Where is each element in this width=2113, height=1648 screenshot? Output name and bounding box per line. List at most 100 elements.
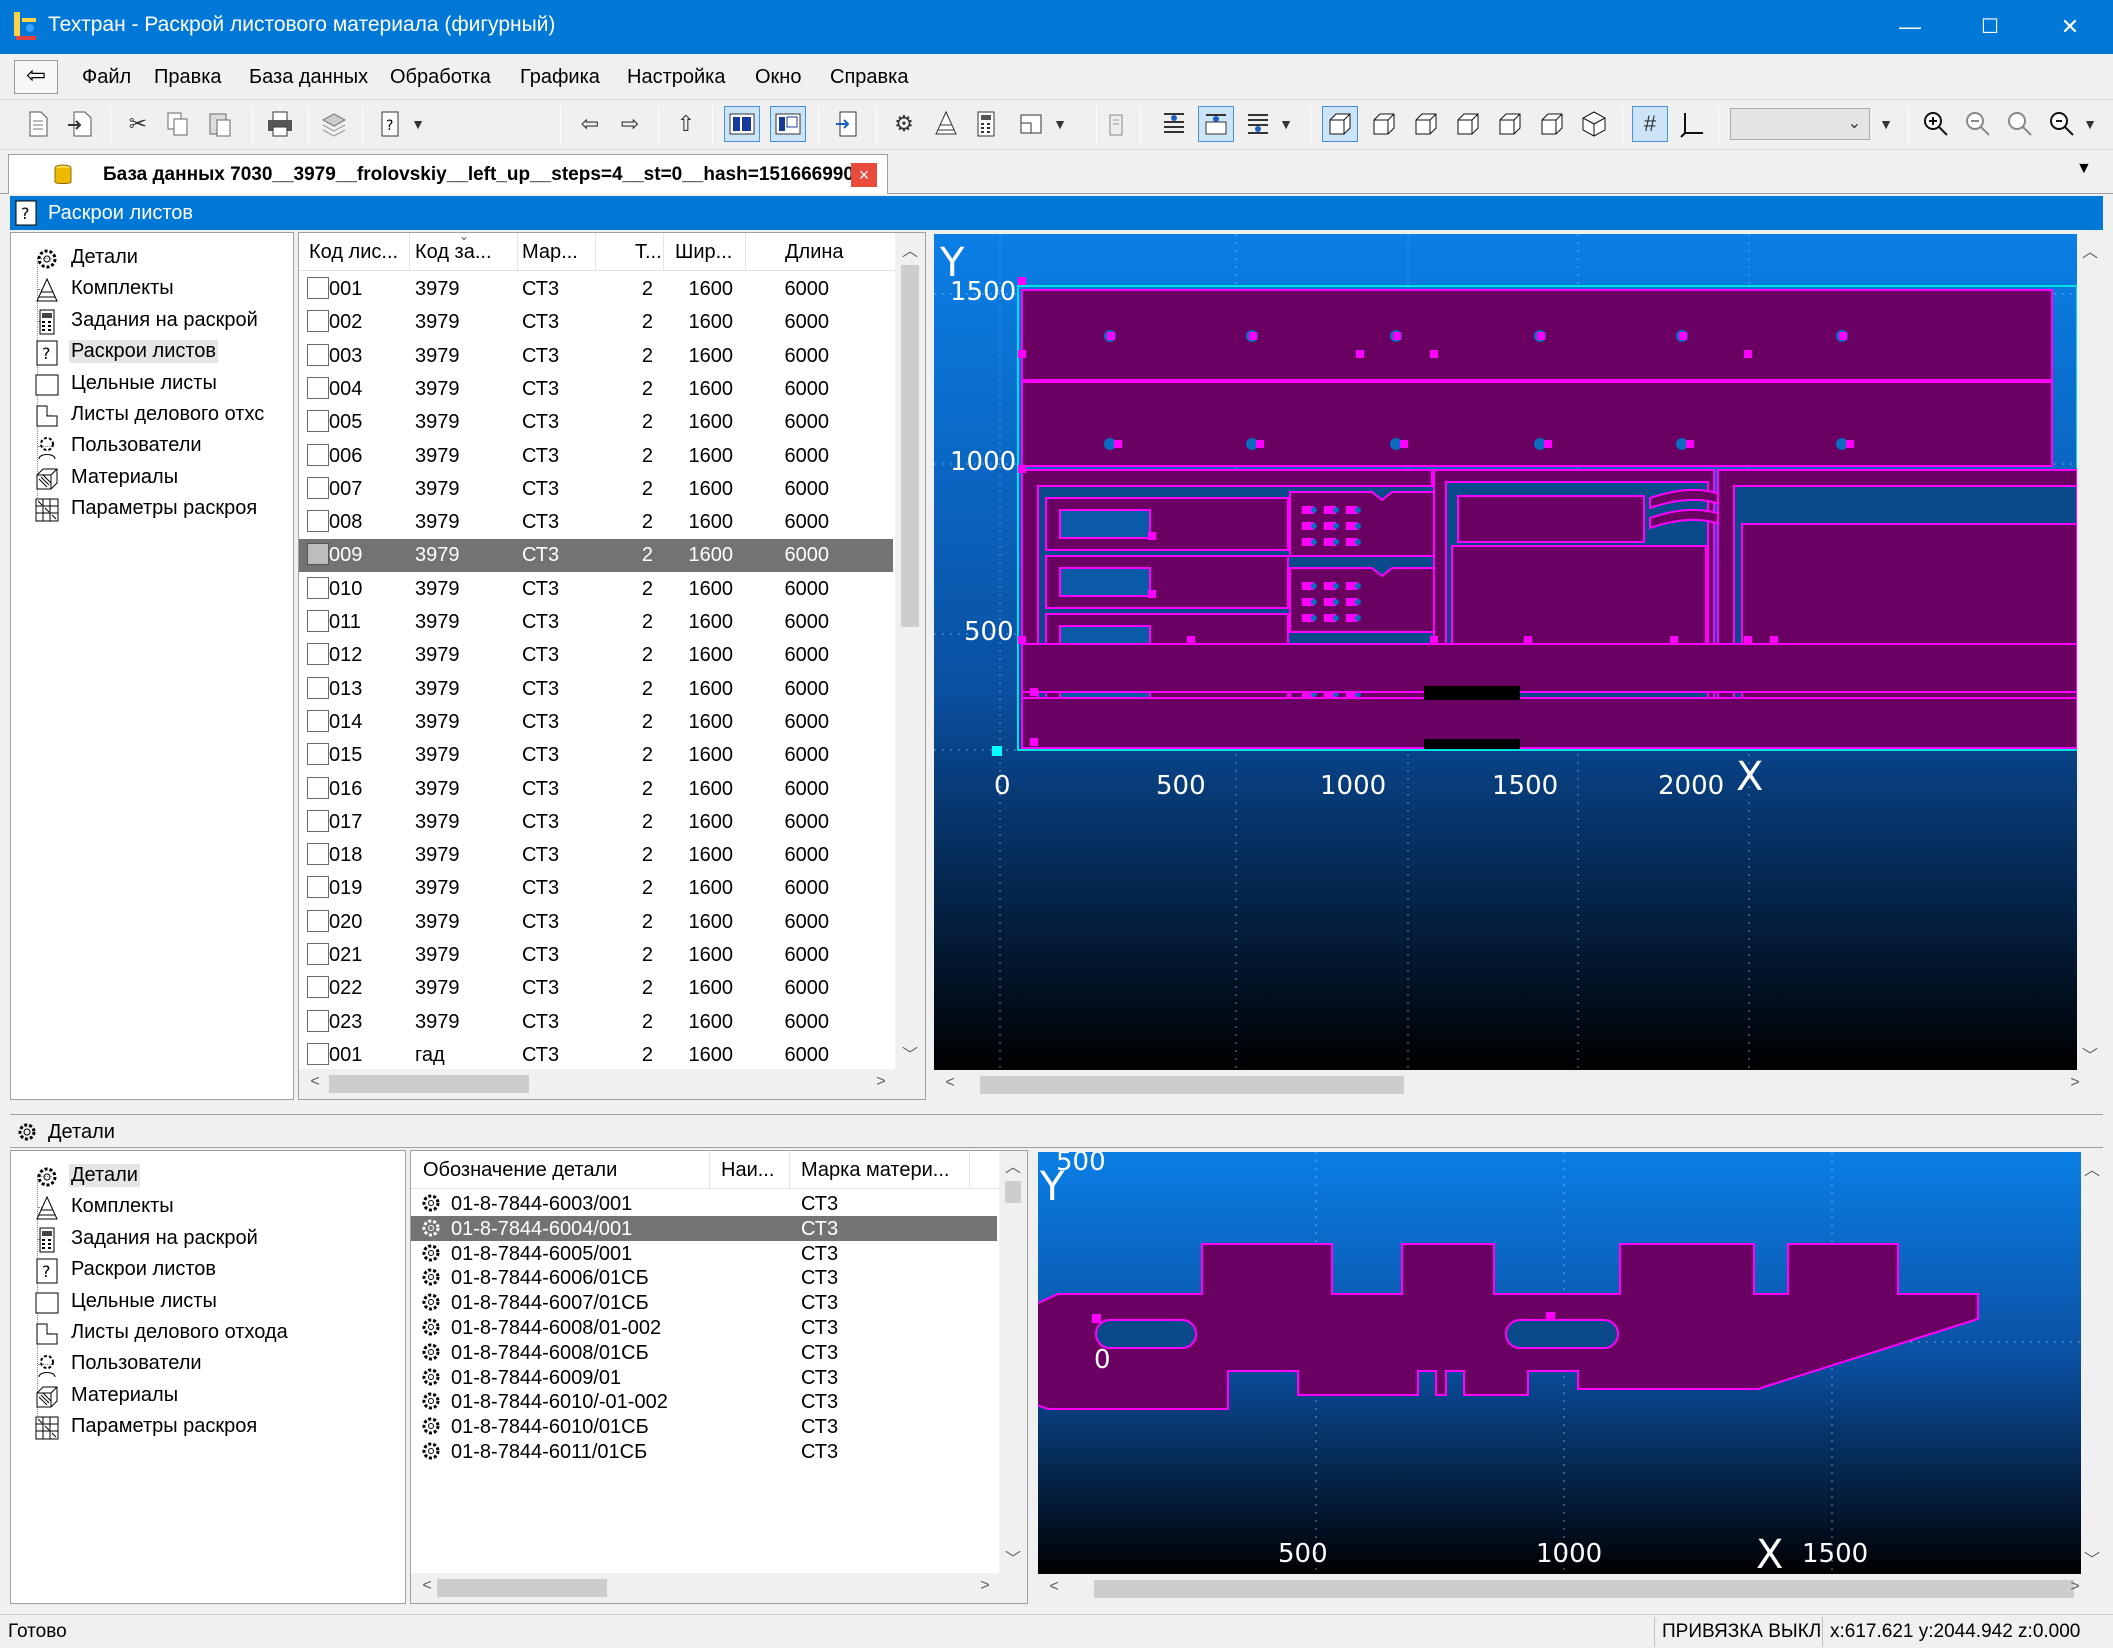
scroll-thumb[interactable] [980, 1076, 1404, 1094]
row-checkbox[interactable] [307, 909, 329, 932]
scroll-down-arrow-icon[interactable]: ﹀ [898, 1041, 922, 1065]
import-icon[interactable] [62, 106, 98, 142]
list-row[interactable]: 01-8-7844-6006/01СБ СТ3 [411, 1265, 997, 1290]
row-checkbox[interactable] [307, 610, 329, 632]
scroll-right-arrow-icon[interactable]: > [2063, 1578, 2087, 1596]
part-preview-viewport[interactable]: Y X 500 0 500 1000 1500 [1038, 1152, 2081, 1574]
column-header[interactable]: Обозначение детали [423, 1159, 617, 1182]
list-row[interactable]: 019 3979 СТ3 2 1600 6000 [299, 872, 893, 905]
copy-icon[interactable] [160, 106, 196, 142]
preview-vertical-scrollbar[interactable]: ︿ ﹀ [2081, 1152, 2103, 1574]
viewport-horizontal-scrollbar[interactable]: < > [934, 1070, 2103, 1100]
menu-graphics[interactable]: Графика [520, 66, 600, 89]
menu-help[interactable]: Справка [830, 66, 908, 89]
column-header[interactable]: Т... [635, 241, 662, 264]
zoom-fit-icon[interactable] [2002, 106, 2038, 142]
list-row[interactable]: 01-8-7844-6010/01СБ СТ3 [411, 1414, 997, 1439]
list-row[interactable]: 020 3979 СТ3 2 1600 6000 [299, 906, 893, 939]
print-icon[interactable] [262, 106, 298, 142]
row-checkbox[interactable] [307, 343, 329, 366]
back-arrow-icon[interactable]: ⇦ [14, 60, 58, 94]
list-row[interactable]: 015 3979 СТ3 2 1600 6000 [299, 739, 893, 772]
list-row[interactable]: 001 3979 СТ3 2 1600 6000 [299, 273, 893, 306]
row-checkbox[interactable] [307, 743, 329, 766]
document-tab[interactable]: База данных 7030__3979__frolovskiy__left… [8, 154, 888, 194]
scroll-up-arrow-icon[interactable]: ︿ [1001, 1153, 1025, 1177]
tree-item[interactable]: Параметры раскроя [23, 1412, 399, 1443]
scroll-right-arrow-icon[interactable]: > [869, 1073, 893, 1091]
row-checkbox[interactable] [307, 709, 329, 732]
row-checkbox[interactable] [307, 776, 329, 799]
column-header[interactable]: Марка матери... [801, 1159, 949, 1182]
row-checkbox[interactable] [307, 1042, 329, 1065]
list-row[interactable]: 013 3979 СТ3 2 1600 6000 [299, 673, 893, 706]
list-row[interactable]: 001 гад СТ3 2 1600 6000 [299, 1039, 893, 1072]
dropdown-arrow-icon[interactable]: ▼ [1050, 106, 1070, 142]
column-header[interactable]: Длина [785, 241, 844, 264]
dropdown-arrow-icon[interactable]: ▼ [1276, 106, 1296, 142]
row-checkbox[interactable] [307, 277, 329, 299]
layers-icon[interactable] [316, 106, 352, 142]
arrow-up-icon[interactable]: ⇧ [668, 106, 704, 142]
menu-processing[interactable]: Обработка [390, 66, 491, 89]
view-single-icon[interactable] [770, 106, 806, 142]
list-row[interactable]: 01-8-7844-6008/01-002 СТ3 [411, 1315, 997, 1340]
row-checkbox[interactable] [307, 809, 329, 832]
row-checkbox[interactable] [307, 410, 329, 433]
view-right-icon[interactable] [1492, 106, 1528, 142]
row-checkbox[interactable] [307, 1009, 329, 1032]
help-doc-icon[interactable]: ? [372, 106, 408, 142]
layer-combo[interactable]: ⌄ [1730, 108, 1870, 140]
cut-icon[interactable]: ✂ [120, 106, 156, 142]
list-row[interactable]: 016 3979 СТ3 2 1600 6000 [299, 773, 893, 806]
row-checkbox[interactable] [307, 476, 329, 499]
view-top-icon[interactable] [1408, 106, 1444, 142]
dropdown-arrow-icon[interactable]: ▼ [1876, 106, 1896, 142]
menu-settings[interactable]: Настройка [627, 66, 725, 89]
viewport-vertical-scrollbar[interactable]: ︿ ﹀ [2077, 234, 2103, 1070]
scroll-left-arrow-icon[interactable]: < [1042, 1578, 1066, 1596]
dropdown-arrow-icon[interactable]: ▼ [408, 106, 428, 142]
list-row[interactable]: 01-8-7844-6005/001 СТ3 [411, 1241, 997, 1266]
align-top-icon[interactable] [1156, 106, 1192, 142]
tree-item[interactable]: Материалы [23, 1381, 399, 1412]
scroll-up-arrow-icon[interactable]: ︿ [2080, 1156, 2104, 1180]
scroll-thumb[interactable] [1005, 1181, 1021, 1203]
close-button[interactable]: ✕ [2030, 0, 2110, 54]
list-row[interactable]: 01-8-7844-6004/001 СТ3 [411, 1215, 997, 1241]
tree-item[interactable]: Задания на раскрой [23, 306, 287, 337]
tree-item[interactable]: Листы делового отхода [23, 1318, 399, 1349]
list-row[interactable]: 01-8-7844-6003/001 СТ3 [411, 1191, 997, 1216]
row-checkbox[interactable] [307, 976, 329, 999]
list-row[interactable]: 002 3979 СТ3 2 1600 6000 [299, 306, 893, 339]
gear-icon[interactable]: ⚙ [886, 106, 922, 142]
row-checkbox[interactable] [307, 543, 329, 566]
grid-icon[interactable]: # [1632, 106, 1668, 142]
list-row[interactable]: 011 3979 СТ3 2 1600 6000 [299, 606, 893, 639]
export-icon[interactable] [830, 106, 866, 142]
zoom-in-icon[interactable] [1918, 106, 1954, 142]
scroll-up-arrow-icon[interactable]: ︿ [2078, 238, 2102, 262]
row-checkbox[interactable] [307, 310, 329, 333]
scroll-right-arrow-icon[interactable]: > [2063, 1074, 2087, 1092]
scroll-right-arrow-icon[interactable]: > [973, 1577, 997, 1595]
tab-menu-chevron-icon[interactable]: ▼ [2076, 160, 2092, 178]
align-bottom-icon[interactable] [1240, 106, 1276, 142]
sheet-icon[interactable] [1014, 106, 1050, 142]
scroll-down-arrow-icon[interactable]: ﹀ [2078, 1042, 2102, 1066]
zoom-window-icon[interactable] [2044, 106, 2080, 142]
close-tab-button[interactable]: × [851, 163, 877, 187]
column-header[interactable]: Шир... [675, 241, 732, 264]
column-header[interactable]: Мар... [522, 241, 578, 264]
column-header[interactable]: Код за... [415, 241, 492, 264]
list-row[interactable]: 004 3979 СТ3 2 1600 6000 [299, 373, 893, 406]
column-header[interactable]: Код лис... [309, 241, 398, 264]
row-checkbox[interactable] [307, 576, 329, 599]
view-back-icon[interactable] [1534, 106, 1570, 142]
tree-item[interactable]: ? Раскрои листов [23, 1255, 399, 1286]
scroll-left-arrow-icon[interactable]: < [303, 1073, 327, 1091]
tree-item[interactable]: Детали [23, 243, 287, 274]
list-row[interactable]: 022 3979 СТ3 2 1600 6000 [299, 972, 893, 1005]
row-checkbox[interactable] [307, 443, 329, 466]
tree-item[interactable]: Пользователи [23, 1349, 399, 1380]
